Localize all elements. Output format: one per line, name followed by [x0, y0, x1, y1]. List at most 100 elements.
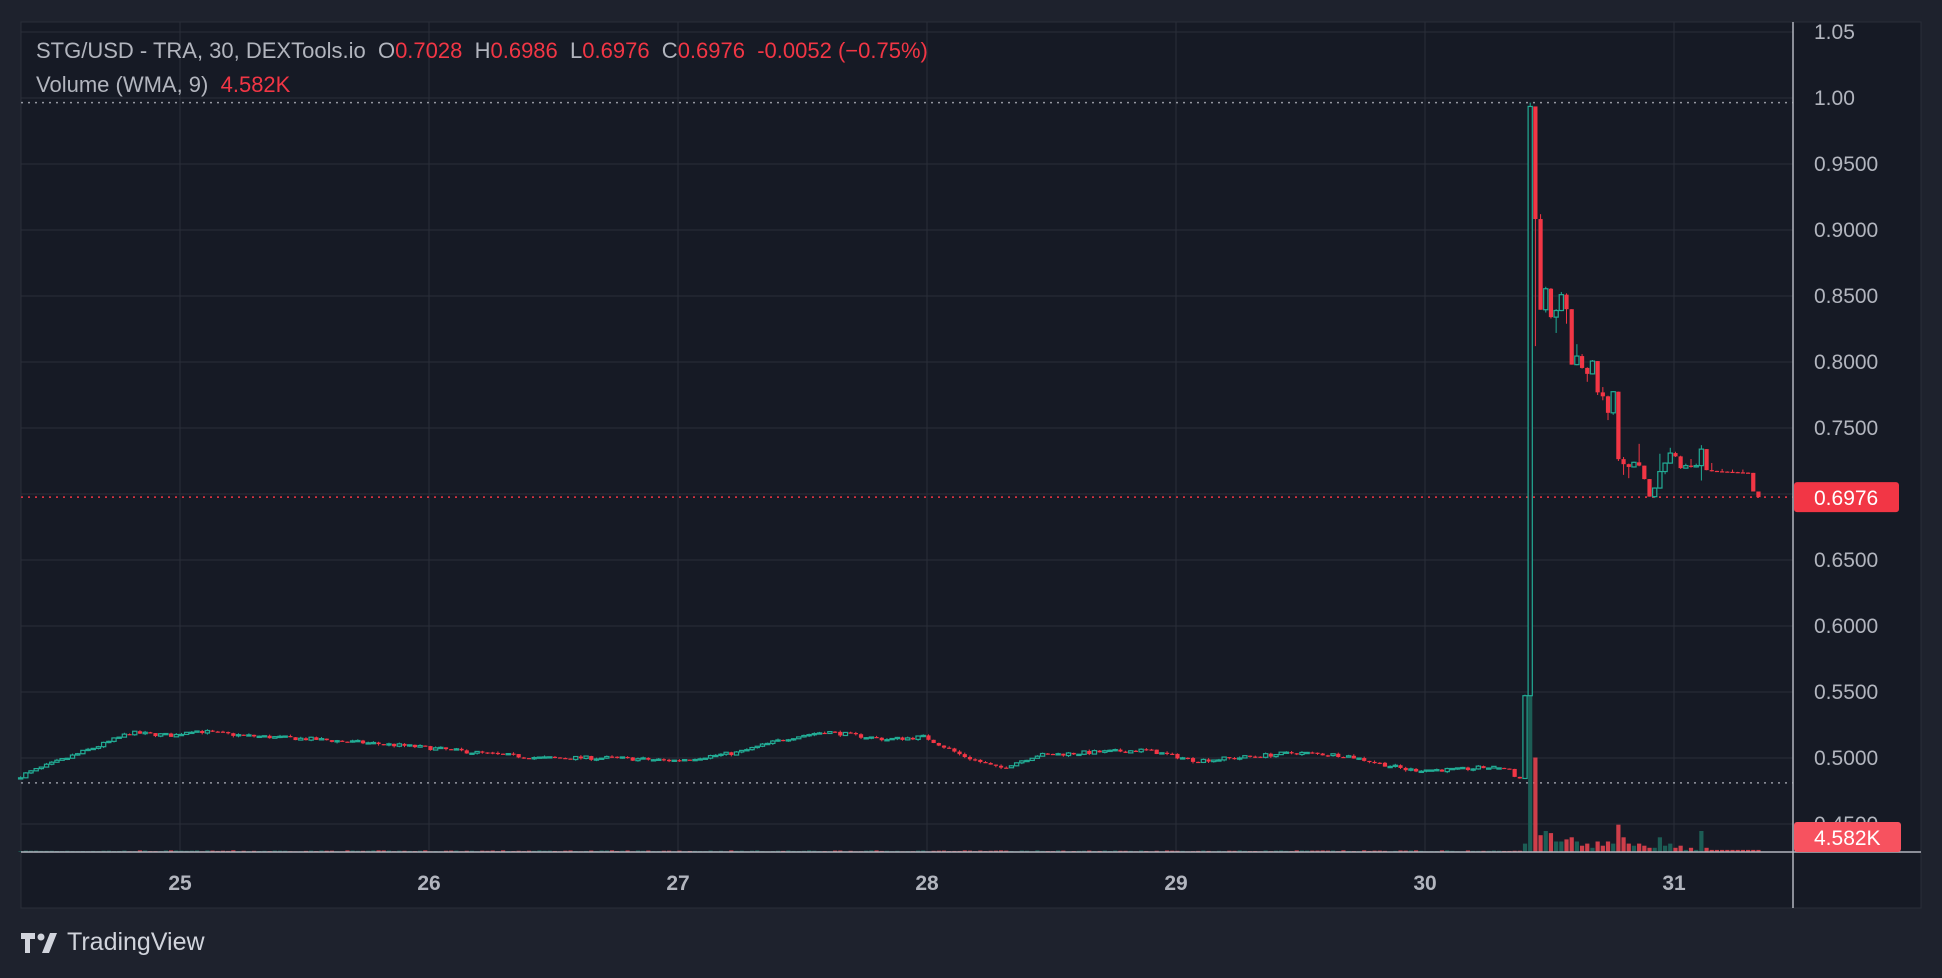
- candle-up: [1273, 754, 1279, 758]
- price-chart[interactable]: 1.05 1.00 0.9500 0.9000 0.8500 0.8000 0.7500 0.…: [0, 0, 1942, 978]
- candle-up: [1304, 751, 1310, 755]
- candle-down: [1351, 755, 1356, 759]
- candle-down: [340, 740, 345, 742]
- candle-up: [749, 746, 755, 751]
- volume-bar: [1699, 831, 1704, 852]
- candle-down: [449, 749, 454, 751]
- y-tick-label: 0.8000: [1814, 351, 1878, 374]
- candle-up: [640, 757, 646, 760]
- candle-down: [1600, 392, 1605, 397]
- candle-down: [1310, 752, 1315, 754]
- open-value: 0.7028: [395, 38, 463, 63]
- candle-up: [801, 734, 807, 738]
- candle-up: [59, 757, 65, 761]
- candle-down: [303, 738, 309, 741]
- x-tick-label: 27: [666, 872, 689, 895]
- candle-up: [1486, 767, 1492, 770]
- candle-down: [1678, 456, 1683, 469]
- candle-up: [75, 753, 81, 756]
- candle-up: [1019, 760, 1025, 764]
- candle-up: [1299, 751, 1305, 756]
- candle-up: [158, 733, 164, 737]
- candle-up: [282, 735, 288, 738]
- candle-up: [1237, 757, 1243, 760]
- candle-down: [1061, 753, 1066, 756]
- candle-up: [1107, 749, 1113, 753]
- candle-up: [407, 744, 413, 747]
- last-price-label: 0.6976: [1814, 487, 1878, 510]
- candle-down: [983, 762, 988, 764]
- candle-down: [615, 756, 620, 758]
- candle-up: [718, 753, 724, 757]
- candle-down: [1517, 776, 1522, 779]
- candle-up: [204, 729, 211, 734]
- volume-bar: [1621, 837, 1626, 852]
- volume-label[interactable]: Volume (WMA, 9): [36, 72, 208, 97]
- candle-up: [1610, 391, 1616, 414]
- volume-bar: [1637, 843, 1642, 852]
- candle-up: [1428, 769, 1435, 772]
- candle-down: [402, 743, 407, 746]
- candle-down: [511, 753, 516, 755]
- candle-up: [1055, 753, 1061, 756]
- candle-down: [168, 733, 174, 737]
- candle-down: [910, 737, 915, 740]
- candle-up: [355, 739, 361, 743]
- candle-down: [288, 736, 293, 738]
- candle-down: [210, 730, 215, 732]
- candle-up: [100, 741, 107, 748]
- x-tick-label: 28: [915, 872, 939, 895]
- candle-up: [598, 757, 605, 760]
- candle-down: [1258, 756, 1263, 758]
- volume-bar: [1543, 831, 1548, 852]
- candle-up: [1667, 452, 1673, 464]
- candle-up: [775, 739, 781, 742]
- candle-up: [1128, 750, 1134, 754]
- candle-up: [1418, 770, 1424, 774]
- candle-up: [547, 756, 553, 759]
- candle-up: [1683, 465, 1689, 469]
- candle-up: [1693, 465, 1699, 468]
- candle-up: [1543, 288, 1549, 311]
- candle-down: [858, 734, 864, 738]
- candle-down: [1315, 752, 1320, 754]
- y-tick-label: 0.5000: [1814, 747, 1878, 770]
- candle-up: [1527, 105, 1533, 697]
- candle-down: [1377, 762, 1382, 764]
- candle-down: [1626, 464, 1631, 467]
- candle-up: [536, 756, 543, 759]
- candle-down: [1268, 753, 1273, 757]
- candle-up: [1652, 487, 1658, 498]
- candle-up: [1574, 355, 1580, 366]
- candle-down: [1232, 758, 1237, 760]
- source: - TRA, 30, DEXTools.io: [133, 38, 366, 63]
- candle-up: [1657, 470, 1663, 489]
- candle-up: [697, 758, 703, 761]
- volume-bar: [1564, 839, 1569, 852]
- candle-down: [563, 758, 568, 760]
- candle-up: [298, 737, 304, 741]
- candle-up: [1434, 769, 1440, 772]
- candle-down: [345, 741, 350, 743]
- candle-up: [1408, 768, 1414, 771]
- volume-bar: [1574, 841, 1579, 852]
- candle-down: [646, 757, 651, 760]
- tradingview-logo[interactable]: TradingView: [21, 928, 205, 957]
- candle-down: [1751, 472, 1756, 492]
- candle-down: [153, 733, 158, 737]
- candle-up: [23, 772, 29, 779]
- candle-up: [785, 739, 792, 742]
- candle-up: [1423, 769, 1430, 772]
- candle-down: [148, 732, 153, 734]
- candle-down: [609, 756, 615, 758]
- symbol[interactable]: STG/USD: [36, 38, 134, 63]
- candle-down: [376, 742, 381, 745]
- x-tick-label: 29: [1164, 872, 1187, 895]
- candle-down: [962, 754, 967, 758]
- candle-up: [1159, 752, 1165, 755]
- candle-up: [1283, 751, 1290, 754]
- candle-down: [1247, 755, 1253, 757]
- candle-down: [1720, 471, 1725, 473]
- candle-up: [1454, 767, 1461, 770]
- close-value: 0.6976: [677, 38, 745, 63]
